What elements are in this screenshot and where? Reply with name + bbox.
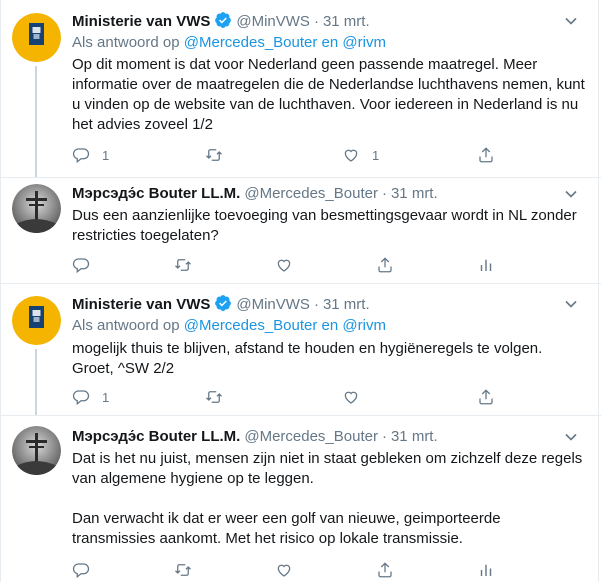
separator-dot: · — [313, 13, 319, 30]
retweet-button[interactable] — [174, 255, 192, 275]
analytics-icon — [480, 259, 492, 271]
reply-context: Als antwoord op @Mercedes_Bouter en @riv… — [72, 317, 386, 334]
retweet-button[interactable] — [205, 145, 223, 165]
reply-mention-link[interactable]: @rivm — [342, 34, 386, 51]
tweet-2[interactable]: Мэрсэдэ́с Bouter LL.M. @Mercedes_Bouter · 3… — [0, 178, 599, 283]
retweet-button[interactable] — [174, 560, 192, 580]
share-icon — [378, 257, 392, 273]
tweet-date[interactable]: 31 mrt. — [323, 296, 370, 313]
like-button[interactable] — [342, 387, 360, 407]
avatar-minvws[interactable] — [12, 296, 61, 345]
reply-context: Als antwoord op @Mercedes_Bouter en @riv… — [72, 34, 386, 51]
author-name[interactable]: Ministerie van VWS — [72, 296, 210, 313]
author-handle[interactable]: @MinVWS — [236, 13, 310, 30]
tweet-text: Dat is het nu juist, mensen zijn niet in… — [72, 450, 583, 547]
analytics-icon — [480, 564, 492, 576]
tweet-actions: 1 1 — [72, 145, 512, 165]
author-name[interactable]: Мэрсэдэ́с Bouter LL.M. — [72, 185, 240, 202]
reply-mention-link[interactable]: @Mercedes_Bouter — [184, 317, 318, 334]
tweet-4[interactable]: Мэрсэдэ́с Bouter LL.M. @Mercedes_Bouter · 3… — [0, 416, 599, 582]
like-count: 1 — [372, 147, 380, 163]
author-handle[interactable]: @Mercedes_Bouter — [244, 428, 378, 445]
tweet-date[interactable]: 31 mrt. — [391, 185, 438, 202]
tweet-date[interactable]: 31 mrt. — [323, 13, 370, 30]
chevron-down-icon[interactable] — [563, 186, 579, 202]
like-button[interactable]: 1 — [342, 145, 379, 165]
tweet-3[interactable]: Ministerie van VWS @MinVWS · 31 mrt. Als an… — [0, 284, 599, 415]
like-icon — [344, 149, 358, 162]
retweet-icon — [175, 564, 191, 576]
separator-dot: · — [313, 296, 319, 313]
reply-icon — [72, 390, 90, 406]
tweet-text: Dus een aanzienlijke toevoeging van besm… — [72, 207, 577, 244]
share-icon — [479, 389, 493, 405]
reply-button[interactable] — [72, 560, 90, 580]
reply-count: 1 — [102, 147, 110, 163]
share-button[interactable] — [477, 145, 495, 165]
share-icon — [378, 562, 392, 578]
author-handle[interactable]: @MinVWS — [236, 296, 310, 313]
like-icon — [344, 391, 358, 404]
avatar-mercedes[interactable] — [12, 426, 61, 475]
reply-mention-link[interactable]: @Mercedes_Bouter — [184, 34, 318, 51]
tweet-actions — [72, 560, 512, 580]
verified-badge-icon — [215, 12, 232, 28]
author-name[interactable]: Ministerie van VWS — [72, 13, 210, 30]
tweet-1[interactable]: Ministerie van VWS @MinVWS · 31 mrt. Als an… — [0, 0, 599, 177]
tweet-date[interactable]: 31 mrt. — [391, 428, 438, 445]
chevron-down-icon[interactable] — [563, 296, 579, 312]
analytics-button[interactable] — [477, 560, 495, 580]
reply-icon — [72, 258, 90, 274]
tweet-text: mogelijk thuis te blijven, afstand te ho… — [72, 340, 543, 377]
share-button[interactable] — [376, 560, 394, 580]
chevron-down-icon[interactable] — [563, 429, 579, 445]
retweet-icon — [206, 391, 222, 403]
author-handle[interactable]: @Mercedes_Bouter — [244, 185, 378, 202]
reply-icon — [72, 563, 90, 579]
tweet-actions: 1 — [72, 387, 512, 407]
analytics-button[interactable] — [477, 255, 495, 275]
reply-button[interactable]: 1 — [72, 387, 109, 407]
reply-icon — [72, 148, 90, 164]
avatar-minvws[interactable] — [12, 13, 61, 62]
like-button[interactable] — [275, 255, 293, 275]
share-icon — [479, 147, 493, 163]
retweet-icon — [175, 259, 191, 271]
thread-line — [35, 66, 37, 177]
share-button[interactable] — [477, 387, 495, 407]
avatar-mercedes[interactable] — [12, 184, 61, 233]
share-button[interactable] — [376, 255, 394, 275]
separator-dot: · — [381, 428, 387, 445]
like-icon — [277, 564, 291, 577]
verified-badge-icon — [215, 295, 232, 311]
retweet-button[interactable] — [205, 387, 223, 407]
like-button[interactable] — [275, 560, 293, 580]
tweet-text: Op dit moment is dat voor Nederland geen… — [72, 56, 585, 133]
separator-dot: · — [381, 185, 387, 202]
like-icon — [277, 259, 291, 272]
tweet-actions — [72, 255, 512, 275]
reply-count: 1 — [102, 389, 110, 405]
thread-line — [35, 349, 37, 415]
reply-mention-link[interactable]: @rivm — [342, 317, 386, 334]
author-name[interactable]: Мэрсэдэ́с Bouter LL.M. — [72, 428, 240, 445]
retweet-icon — [206, 149, 222, 161]
reply-button[interactable] — [72, 255, 90, 275]
reply-button[interactable]: 1 — [72, 145, 109, 165]
chevron-down-icon[interactable] — [563, 13, 579, 29]
